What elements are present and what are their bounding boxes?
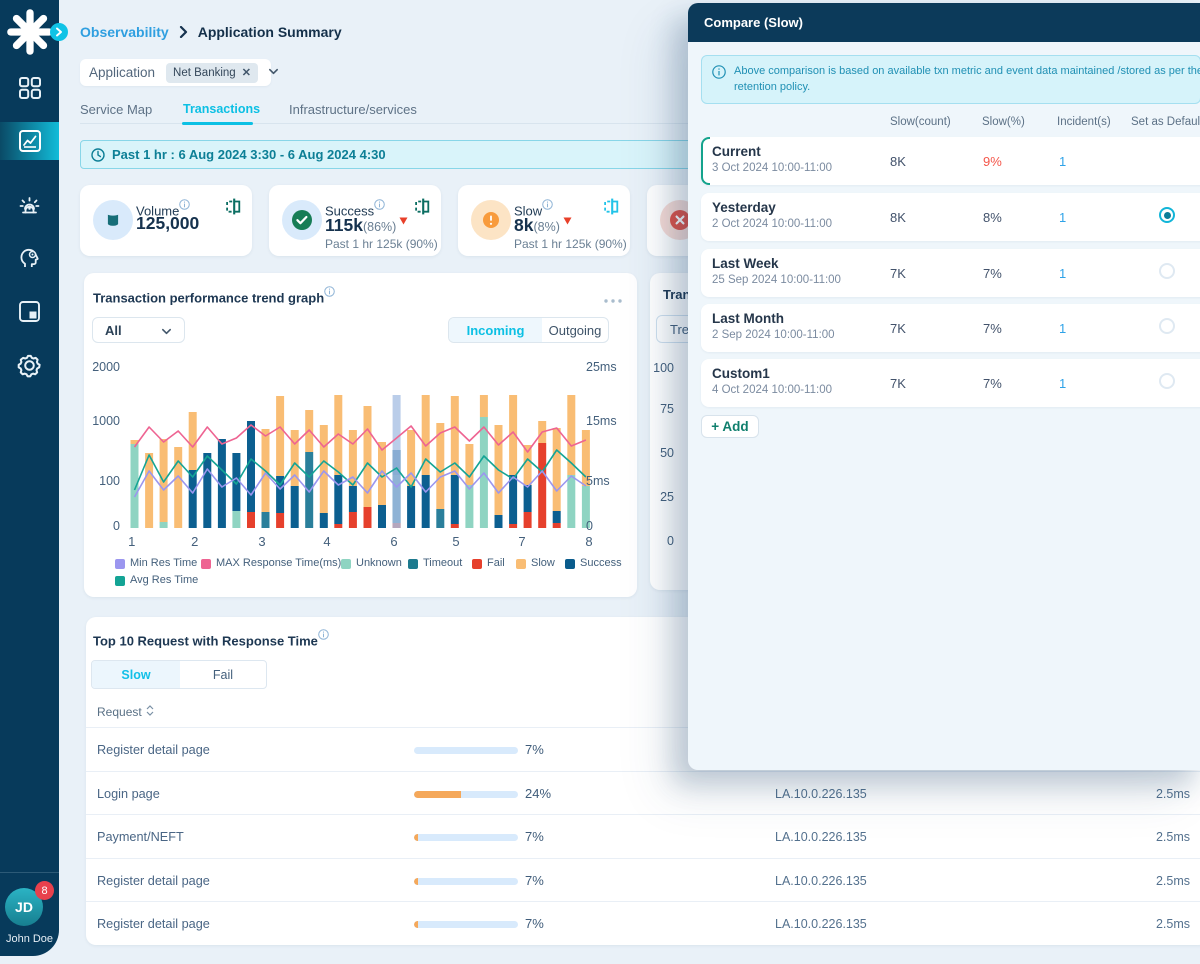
svg-text:3: 3 xyxy=(258,534,265,549)
svg-text:1000: 1000 xyxy=(92,414,120,428)
svg-text:1: 1 xyxy=(128,534,135,549)
svg-text:0: 0 xyxy=(586,519,593,533)
svg-text:6: 6 xyxy=(390,534,397,549)
svg-text:25ms: 25ms xyxy=(586,360,617,374)
svg-text:4: 4 xyxy=(323,534,330,549)
svg-text:2000: 2000 xyxy=(92,360,120,374)
svg-text:8: 8 xyxy=(585,534,592,549)
svg-text:15ms: 15ms xyxy=(586,414,617,428)
svg-text:0: 0 xyxy=(113,519,120,533)
svg-text:7: 7 xyxy=(518,534,525,549)
svg-text:2: 2 xyxy=(191,534,198,549)
svg-text:100: 100 xyxy=(99,474,120,488)
svg-text:5ms: 5ms xyxy=(586,474,610,488)
svg-text:5: 5 xyxy=(452,534,459,549)
